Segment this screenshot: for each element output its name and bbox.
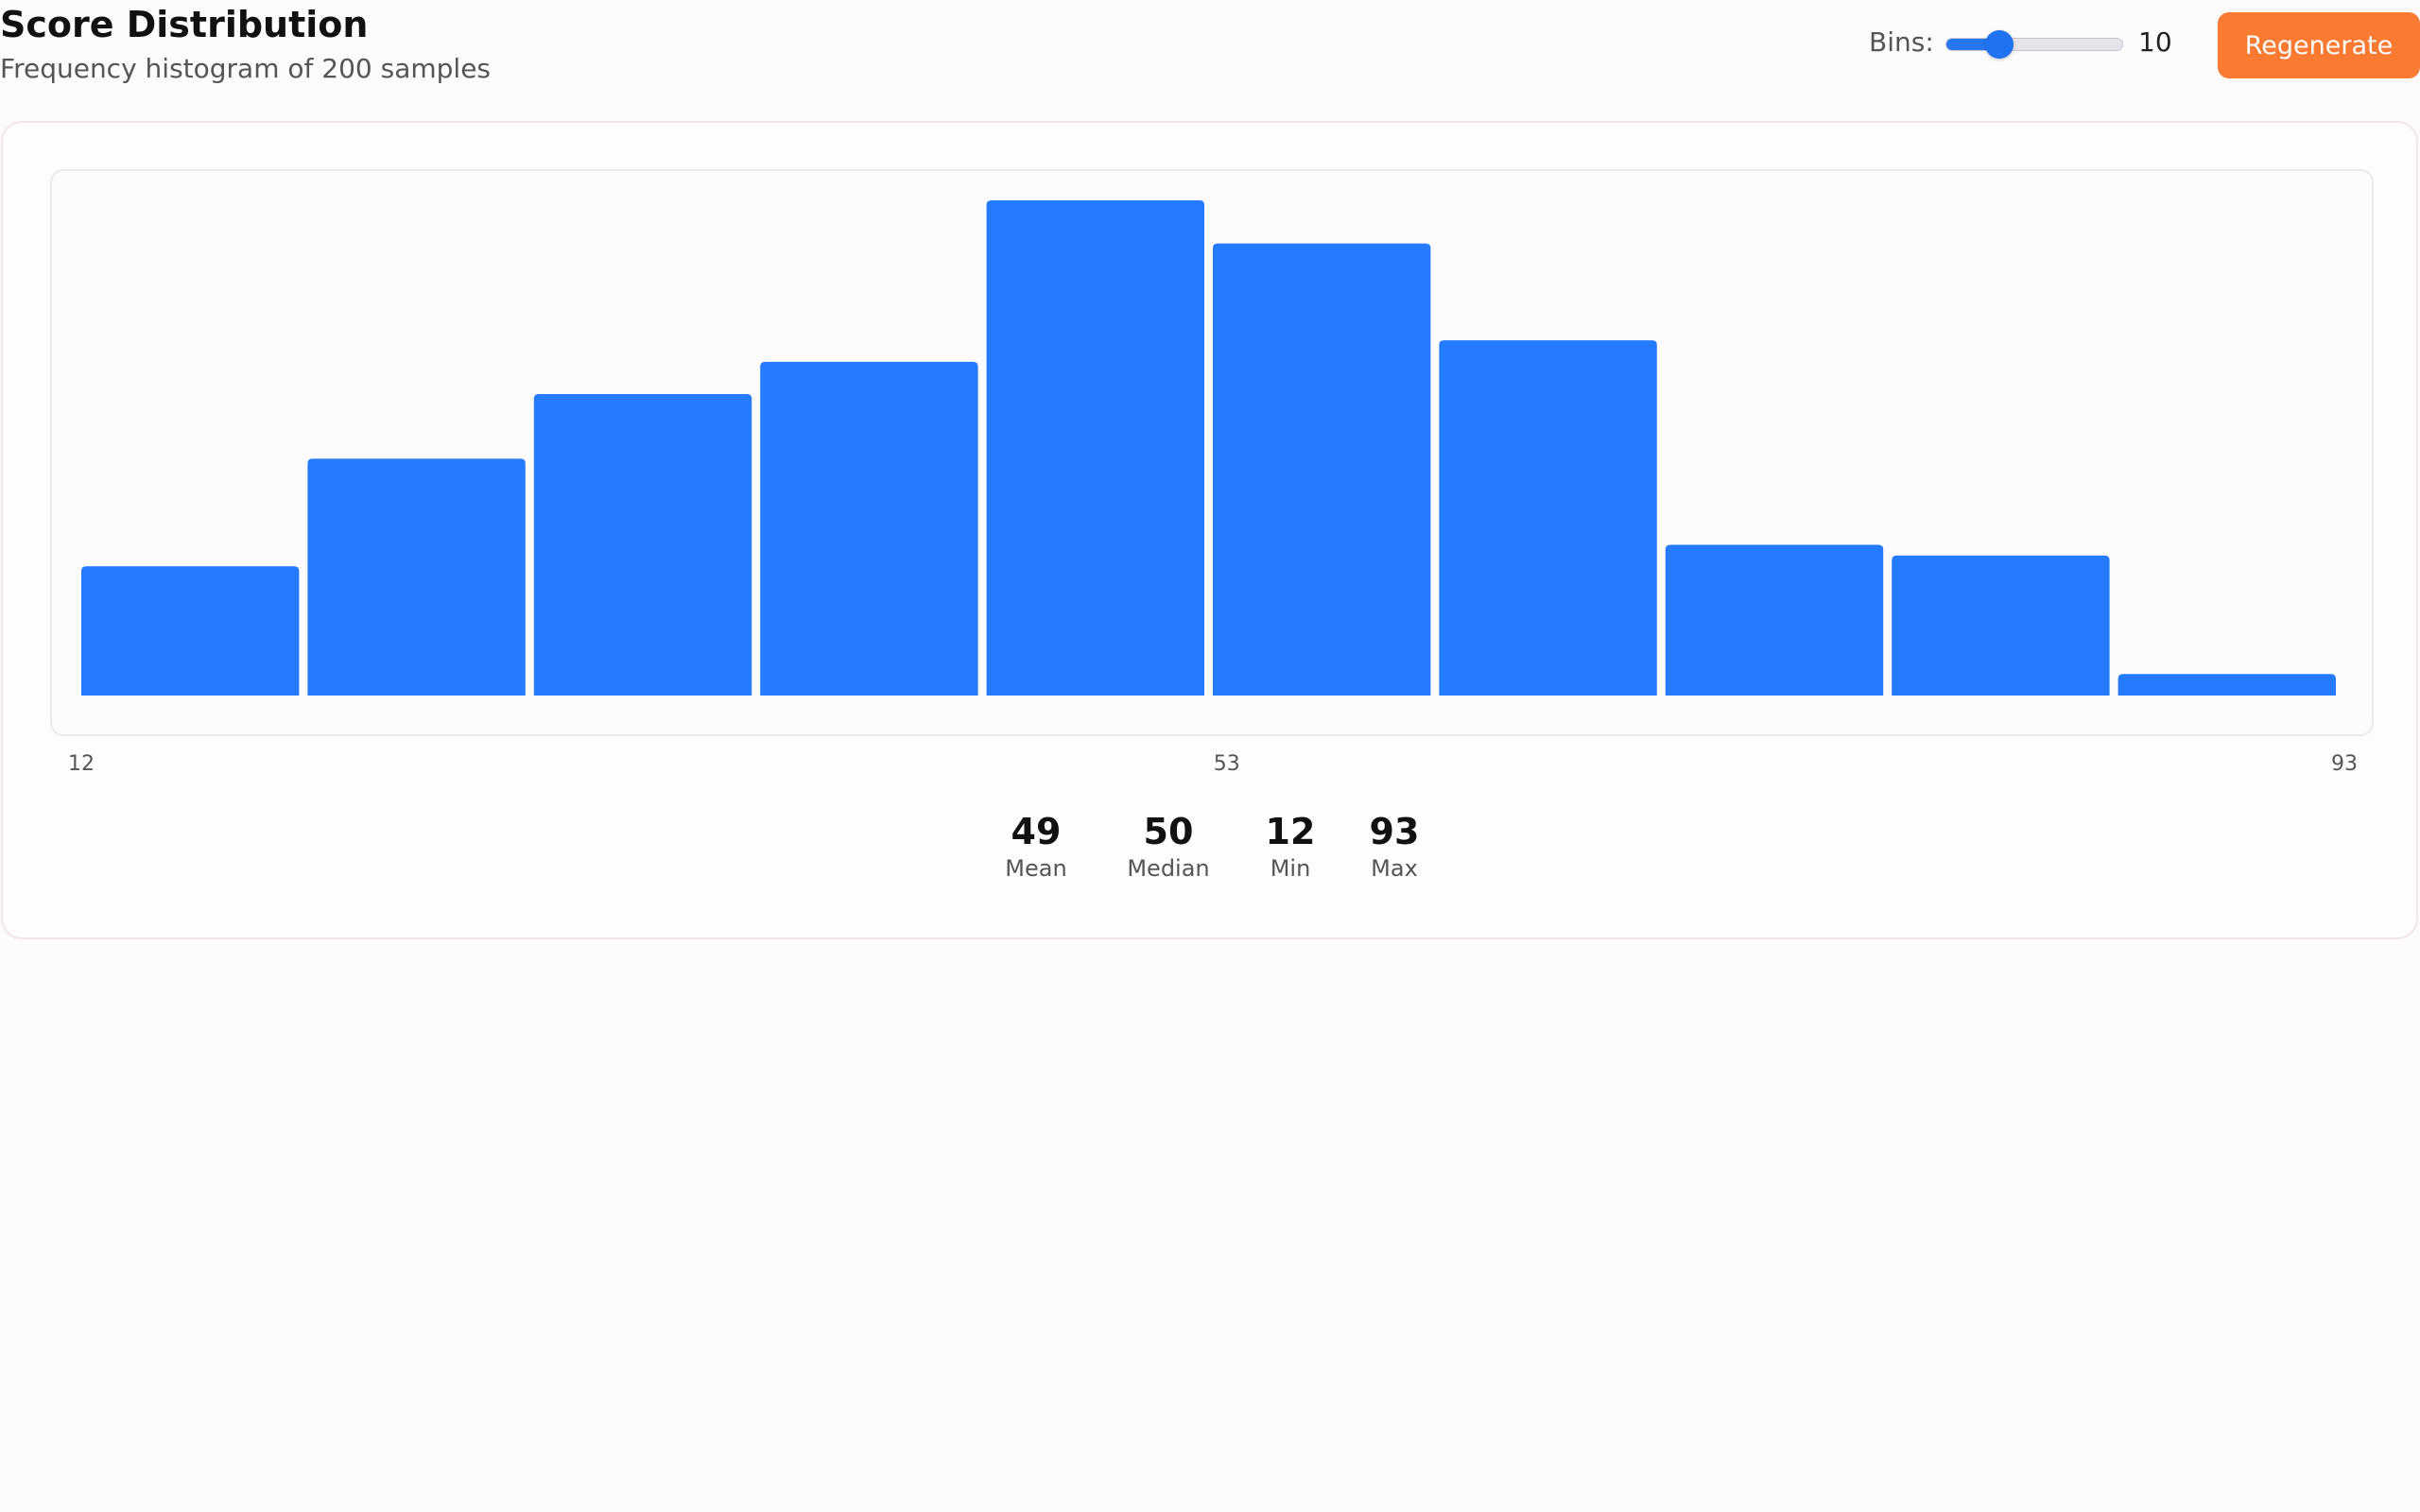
histogram-bar	[533, 394, 752, 696]
bins-label: Bins:	[1869, 26, 1934, 58]
regenerate-button[interactable]: Regenerate	[2218, 12, 2420, 78]
histogram-plot-area	[50, 169, 2374, 736]
stat-median: 50 Median	[1127, 811, 1209, 885]
stat-min: 12 Min	[1266, 811, 1316, 885]
stat-value: 93	[1369, 811, 1420, 852]
histogram-bar	[1213, 243, 1431, 696]
x-tick-label: 53	[1213, 752, 1240, 776]
histogram-bar	[1665, 544, 1884, 696]
histogram-bar	[307, 458, 526, 696]
page-title: Score Distribution	[0, 4, 369, 45]
stat-label: Mean	[1005, 855, 1067, 882]
bins-slider[interactable]	[1945, 30, 2123, 59]
histogram-bar	[1892, 555, 2110, 696]
x-tick-label: 12	[68, 752, 95, 776]
stat-label: Min	[1270, 855, 1311, 882]
histogram-bar	[986, 200, 1204, 696]
histogram-bar	[760, 361, 978, 696]
x-tick-label: 93	[2331, 752, 2358, 776]
stat-mean: 49 Mean	[1005, 811, 1066, 885]
stat-label: Max	[1371, 855, 1418, 882]
histogram-chart	[81, 200, 2336, 696]
bins-slider-thumb[interactable]	[1985, 30, 2014, 59]
stat-value: 50	[1143, 811, 1194, 852]
page-header: Score Distribution Frequency histogram o…	[0, 0, 2420, 113]
bins-value: 10	[2138, 26, 2172, 58]
histogram-bar	[2118, 674, 2336, 696]
histogram-card: 12 53 93 49 Mean 50 Median 12 Min 93 Max	[1, 121, 2418, 939]
stat-value: 49	[1011, 811, 1062, 852]
page-subtitle: Frequency histogram of 200 samples	[0, 53, 492, 84]
histogram-bar	[1439, 340, 1657, 696]
histogram-bar	[81, 566, 300, 696]
stat-label: Median	[1127, 855, 1210, 882]
stat-value: 12	[1265, 811, 1316, 852]
stat-max: 93 Max	[1370, 811, 1420, 885]
